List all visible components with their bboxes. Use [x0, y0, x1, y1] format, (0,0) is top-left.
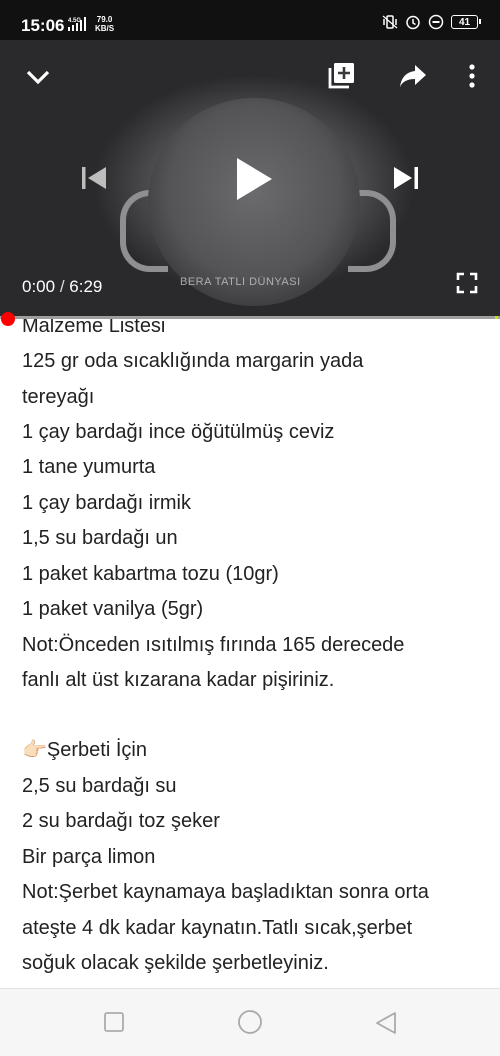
status-right-icons: 41	[382, 14, 481, 30]
battery-icon: 41	[451, 15, 481, 29]
recipe-line: Not:Şerbet kaynamaya başladıktan sonra o…	[22, 881, 429, 903]
add-to-playlist-icon[interactable]	[327, 60, 357, 90]
current-time: 0:00	[22, 277, 56, 296]
recipe-line: 2 su bardağı toz şeker	[22, 810, 220, 832]
next-icon[interactable]	[392, 164, 420, 192]
navigation-bar	[0, 988, 500, 1056]
signal-icon: 4.5G	[68, 17, 86, 31]
previous-icon[interactable]	[80, 164, 108, 192]
fullscreen-icon[interactable]	[456, 272, 478, 294]
recipe-line: tereyağı	[22, 386, 95, 408]
home-icon[interactable]	[237, 1009, 263, 1035]
play-icon[interactable]	[234, 156, 274, 202]
recipe-line: 1 tane yumurta	[22, 456, 156, 478]
recipe-line: Not:Önceden ısıtılmış fırında 165 derece…	[22, 634, 405, 656]
time-separator: /	[55, 277, 70, 296]
recipe-line: 125 gr oda sıcaklığında margarin yada	[22, 350, 364, 372]
duration: 6:29	[69, 277, 103, 296]
video-time: 0:00 / 6:29	[22, 277, 102, 297]
recipe-line: 1,5 su bardağı un	[22, 527, 178, 549]
recipe-line: 1 çay bardağı irmik	[22, 492, 191, 514]
net-speed: 79.0 KB/S	[95, 15, 114, 33]
video-description: Malzeme Listesi 125 gr oda sıcaklığında m…	[0, 319, 500, 987]
net-speed-unit: KB/S	[95, 24, 115, 33]
network-type-label: 4.5G	[68, 18, 81, 24]
minimize-chevron-icon[interactable]	[24, 63, 52, 91]
video-player[interactable]: BERA TATLI DÜNYASI 0:00 / 6:29	[0, 40, 500, 318]
video-watermark: BERA TATLI DÜNYASI	[180, 276, 301, 288]
status-time: 15:06	[21, 16, 65, 35]
net-speed-value: 79.0	[96, 15, 113, 24]
video-frame-pot	[148, 98, 360, 306]
recipe-line: 2,5 su bardağı su	[22, 775, 177, 797]
recipe-line: 1 paket vanilya (5gr)	[22, 598, 204, 620]
more-options-icon[interactable]	[466, 62, 478, 90]
recents-icon[interactable]	[103, 1011, 125, 1033]
recipe-line: 1 paket kabartma tozu (10gr)	[22, 563, 279, 585]
recipe-line: soğuk olacak şekilde şerbetleyiniz.	[22, 952, 329, 974]
recipe-line: fanlı alt üst kızarana kadar pişiriniz.	[22, 669, 335, 691]
recipe-line: ateşte 4 dk kadar kaynatın.Tatlı sıcak,ş…	[22, 917, 413, 939]
vibrate-icon	[382, 15, 398, 29]
recipe-line: Malzeme Listesi	[22, 319, 166, 337]
alarm-icon	[406, 15, 420, 30]
do-not-disturb-icon	[428, 14, 444, 30]
recipe-line: 👉🏻Şerbeti İçin	[22, 739, 147, 761]
back-icon[interactable]	[374, 1011, 398, 1035]
recipe-line: 1 çay bardağı ince öğütülmüş ceviz	[22, 421, 335, 443]
recipe-line: Bir parça limon	[22, 846, 156, 868]
share-icon[interactable]	[398, 62, 428, 90]
status-bar: 15:06 4.5G 79.0 KB/S 41	[0, 0, 500, 40]
